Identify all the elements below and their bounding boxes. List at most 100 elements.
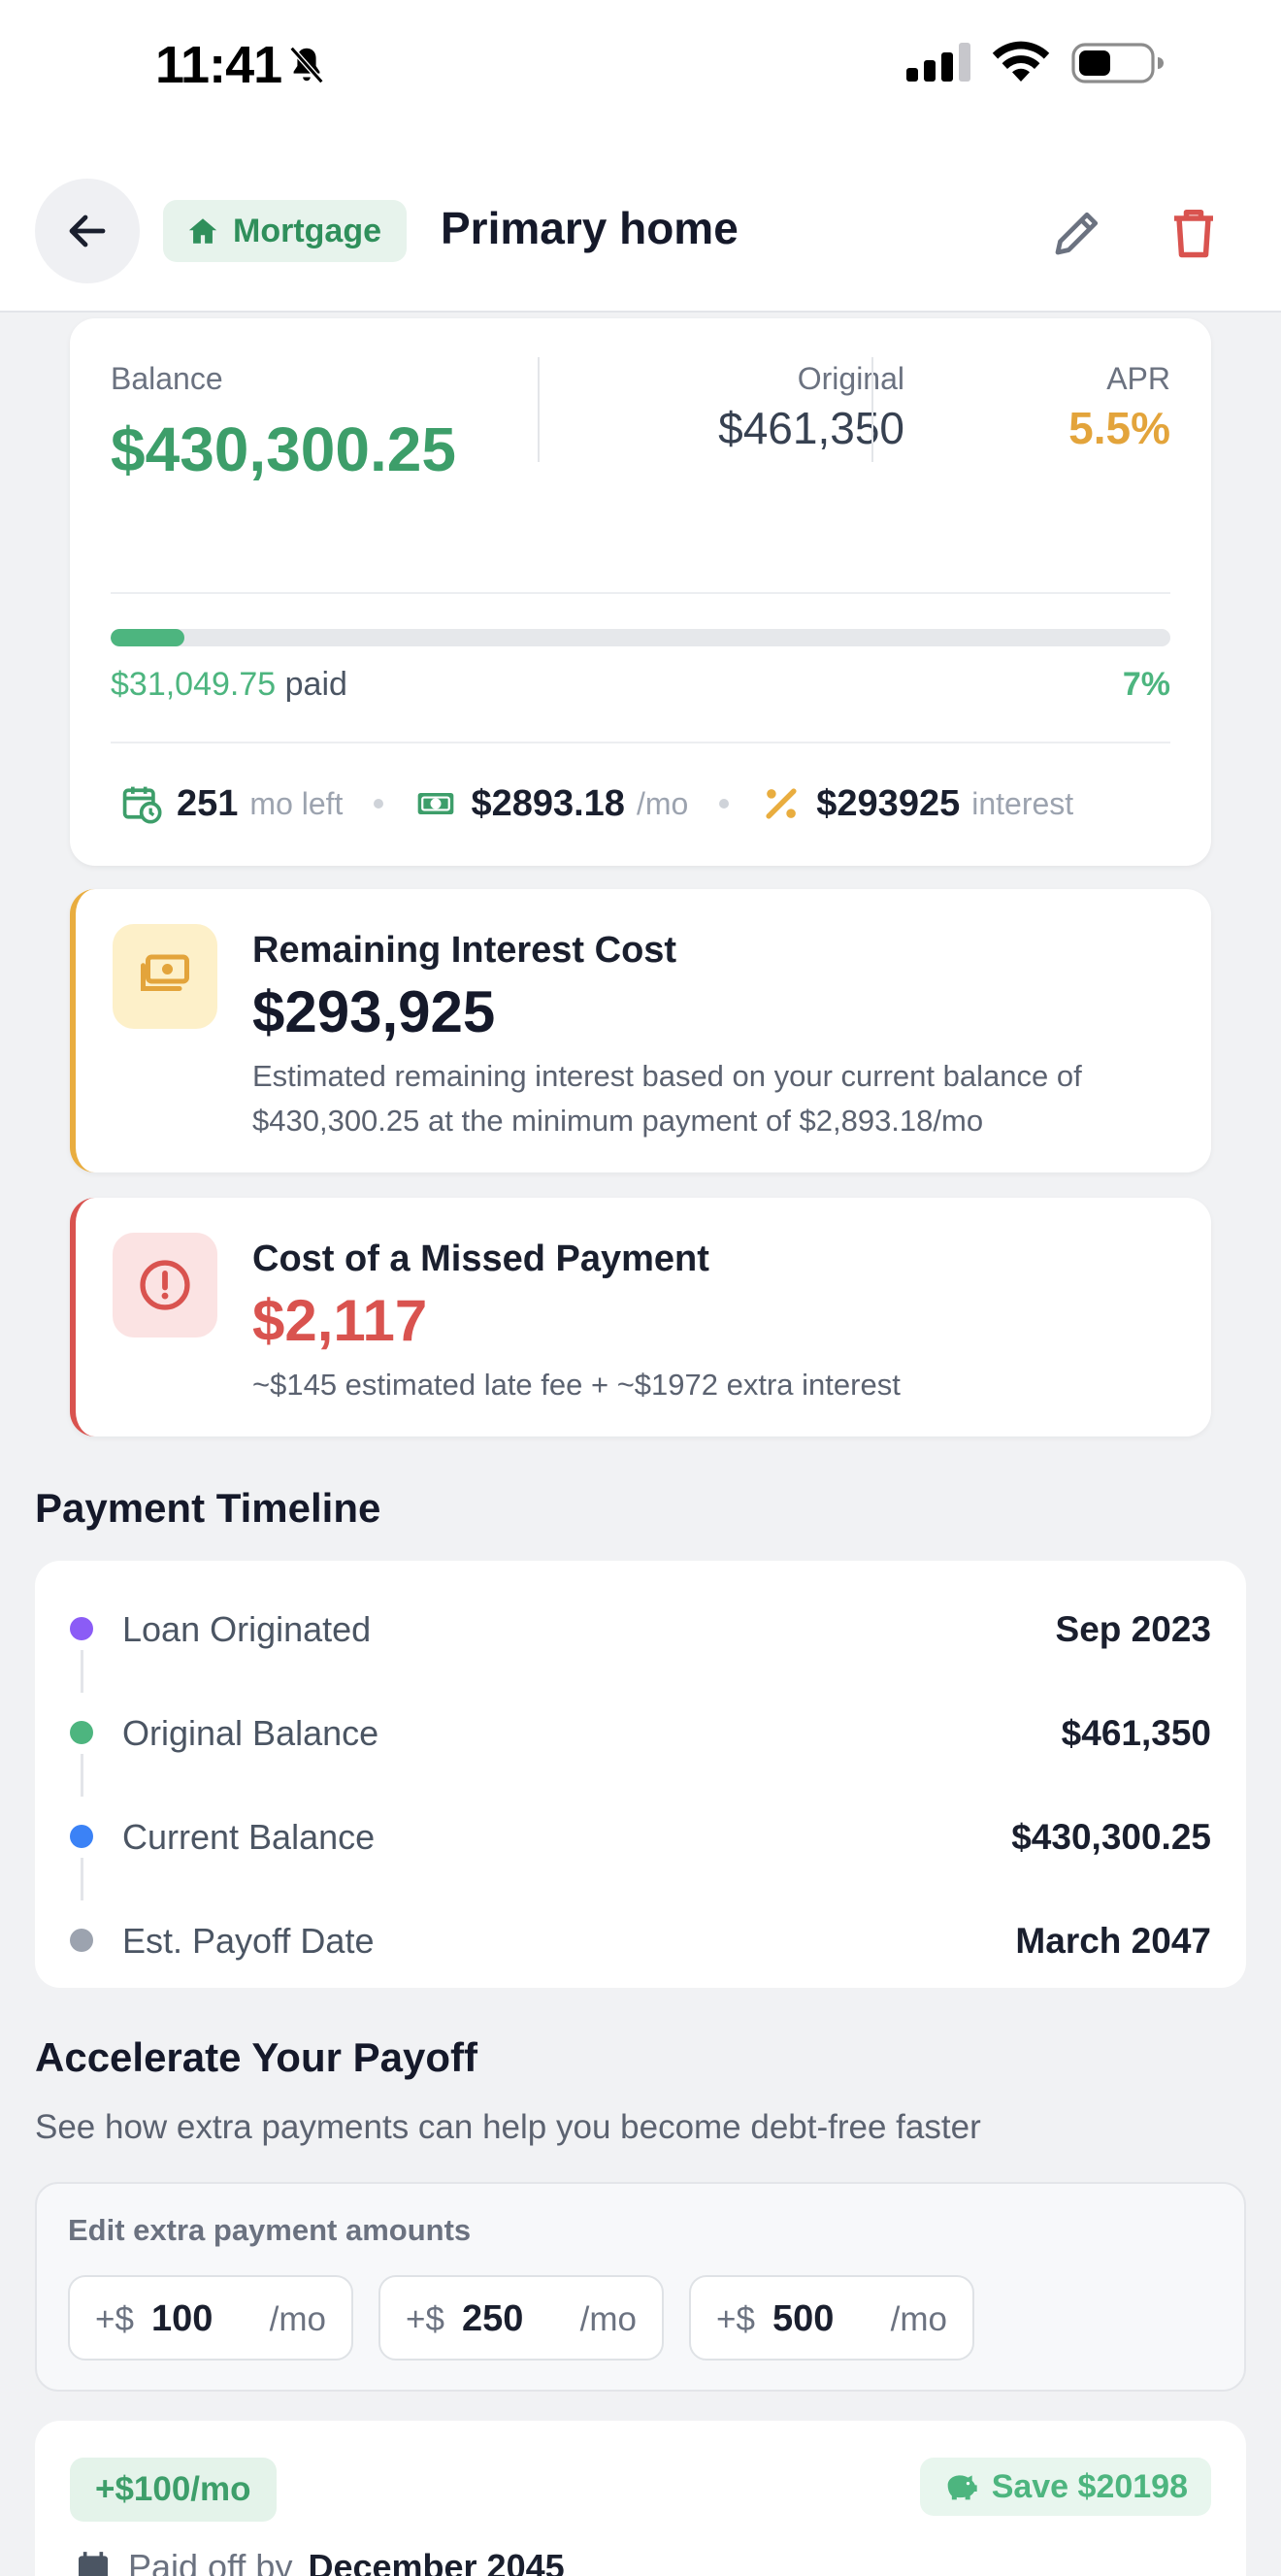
timeline-connector [81, 1858, 83, 1900]
timeline-value: Sep 2023 [1055, 1609, 1211, 1649]
separator-dot [719, 799, 730, 809]
calendar-icon [79, 2552, 108, 2576]
payoff-progress-bar [111, 629, 1170, 646]
status-bar: 11:41 [0, 0, 1281, 155]
timeline-item: Current Balance $430,300.25 [35, 1807, 1246, 1866]
input-value[interactable]: 100 [151, 2298, 213, 2340]
timeline-label: Loan Originated [122, 1609, 372, 1649]
apr-label: APR [1106, 361, 1170, 396]
balance-label: Balance [111, 361, 223, 396]
accelerate-heading: Accelerate Your Payoff [35, 2034, 477, 2080]
divider [111, 592, 1170, 594]
missed-card-description: ~$145 estimated late fee + ~$1972 extra … [252, 1368, 901, 1402]
remaining-interest-card: Remaining Interest Cost $293,925 Estimat… [70, 889, 1211, 1172]
interest-icon-box [113, 924, 217, 1029]
payoff-date: December 2045 [308, 2547, 565, 2576]
extra-payment-input-2[interactable]: +$ 250 /mo [378, 2275, 664, 2361]
input-suffix: /mo [890, 2300, 947, 2338]
cash-icon [418, 793, 454, 814]
back-button[interactable] [35, 179, 140, 283]
balance-value: $430,300.25 [111, 414, 456, 484]
interest-total-value: $293925 [816, 782, 961, 824]
page-title: Primary home [441, 203, 739, 253]
loan-stats-row: 251 mo left $2893.18 /mo $293925 interes… [120, 775, 1178, 833]
missed-card-value: $2,117 [252, 1288, 428, 1353]
paid-suffix: paid [284, 666, 347, 703]
timeline-item: Original Balance $461,350 [35, 1703, 1246, 1762]
edit-button[interactable] [1048, 204, 1106, 262]
battery-icon [1071, 43, 1164, 83]
timeline-value: $430,300.25 [1011, 1817, 1211, 1857]
arrow-left-icon [69, 215, 106, 248]
timeline-item: Est. Payoff Date March 2047 [35, 1911, 1246, 1969]
timeline-value: $461,350 [1061, 1713, 1211, 1753]
input-suffix: /mo [269, 2300, 326, 2338]
calendar-clock-icon [122, 786, 162, 824]
months-left-value: 251 [177, 782, 239, 824]
payoff-prefix: Paid off by [128, 2547, 293, 2576]
separator-dot [374, 799, 384, 809]
apr-value: 5.5% [1068, 403, 1170, 453]
timeline-item: Loan Originated Sep 2023 [35, 1600, 1246, 1658]
timeline-label: Original Balance [122, 1713, 379, 1753]
paid-percent: 7% [1122, 666, 1170, 703]
piggy-bank-icon [947, 2475, 977, 2500]
alert-circle-icon [140, 1260, 190, 1310]
status-time: 11:41 [155, 36, 282, 94]
timeline-label: Est. Payoff Date [122, 1921, 375, 1961]
timeline-dot [70, 1929, 93, 1952]
input-prefix: +$ [406, 2300, 444, 2338]
timeline-dot [70, 1825, 93, 1848]
timeline-connector [81, 1754, 83, 1797]
divider [538, 357, 540, 462]
timeline-heading: Payment Timeline [35, 1485, 381, 1531]
accelerate-subtitle: See how extra payments can help you beco… [35, 2108, 981, 2146]
app-header: Mortgage Primary home [0, 155, 1281, 313]
missed-icon-box [113, 1233, 217, 1338]
missed-payment-card: Cost of a Missed Payment $2,117 ~$145 es… [70, 1198, 1211, 1437]
interest-total-suffix: interest [971, 785, 1074, 821]
home-icon [188, 218, 217, 244]
payoff-scenario-card: +$100/mo Save $20198 Paid off by Decembe… [35, 2421, 1246, 2576]
input-prefix: +$ [95, 2300, 134, 2338]
monthly-payment-value: $2893.18 [471, 782, 625, 824]
interest-card-description: Estimated remaining interest based on yo… [252, 1059, 1082, 1138]
delete-button[interactable] [1165, 204, 1223, 262]
extra-payment-input-1[interactable]: +$ 100 /mo [68, 2275, 353, 2361]
input-prefix: +$ [716, 2300, 755, 2338]
divider [871, 357, 873, 462]
divider [111, 742, 1170, 743]
interest-card-value: $293,925 [252, 979, 496, 1044]
original-value: $461,350 [718, 403, 904, 453]
interest-card-title: Remaining Interest Cost [252, 930, 677, 971]
months-left-suffix: mo left [249, 785, 344, 821]
timeline-value: March 2047 [1015, 1921, 1211, 1961]
monthly-payment-suffix: /mo [636, 785, 689, 821]
bell-muted-icon [289, 46, 324, 84]
percent-icon [766, 788, 797, 819]
extra-payment-input-3[interactable]: +$ 500 /mo [689, 2275, 974, 2361]
input-suffix: /mo [579, 2300, 637, 2338]
extra-payment-label: Edit extra payment amounts [68, 2213, 472, 2247]
paid-amount-line: $31,049.75 paid [111, 666, 347, 704]
input-value[interactable]: 250 [462, 2298, 523, 2340]
timeline-dot [70, 1721, 93, 1744]
timeline-label: Current Balance [122, 1817, 376, 1857]
extra-payment-editor: Edit extra payment amounts +$ 100 /mo +$… [35, 2182, 1246, 2392]
savings-label: Save $20198 [991, 2467, 1188, 2505]
scenario-badge: +$100/mo [70, 2458, 277, 2522]
timeline-connector [81, 1650, 83, 1693]
input-value[interactable]: 500 [772, 2298, 834, 2340]
payoff-date-row: Paid off by December 2045 [74, 2547, 565, 2576]
signal-icon [906, 43, 970, 82]
missed-card-title: Cost of a Missed Payment [252, 1238, 709, 1279]
payment-timeline: Loan Originated Sep 2023 Original Balanc… [35, 1561, 1246, 1988]
timeline-dot [70, 1617, 93, 1640]
savings-badge: Save $20198 [919, 2458, 1211, 2516]
payoff-progress-fill [111, 629, 185, 646]
category-chip: Mortgage [163, 200, 407, 262]
category-label: Mortgage [233, 212, 381, 249]
wifi-icon [992, 41, 1050, 82]
money-stack-icon [141, 954, 189, 991]
loan-summary-card: Balance $430,300.25 Original $461,350 AP… [70, 318, 1211, 866]
